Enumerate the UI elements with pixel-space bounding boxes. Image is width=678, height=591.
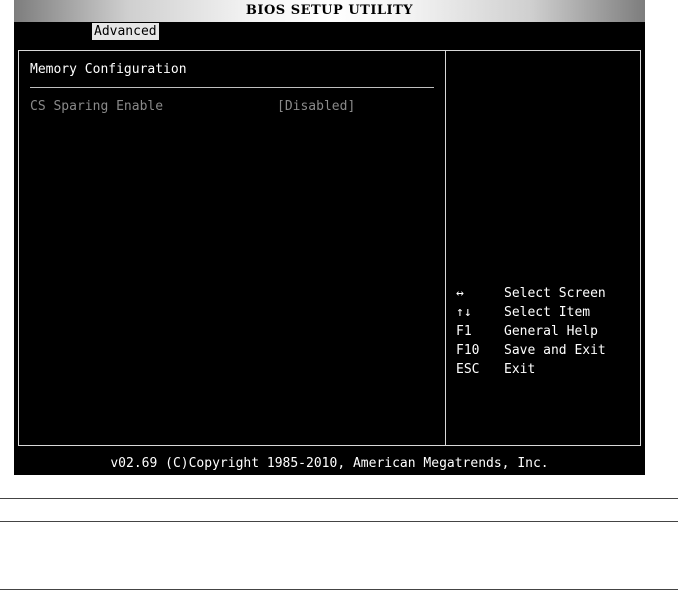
tab-advanced[interactable]: Advanced — [92, 23, 159, 40]
help-desc: Exit — [504, 362, 536, 377]
copyright-footer: v02.69 (C)Copyright 1985-2010, American … — [110, 456, 549, 471]
setting-value[interactable]: [Disabled] — [277, 99, 355, 114]
page-rule — [0, 521, 678, 522]
section-divider — [30, 87, 434, 88]
help-desc: General Help — [504, 324, 598, 339]
page-rule — [0, 589, 678, 590]
title-bar: BIOS SETUP UTILITY — [14, 0, 645, 22]
section-title: Memory Configuration — [30, 62, 187, 77]
help-desc: Save and Exit — [504, 343, 606, 358]
help-key: F10 — [456, 343, 480, 358]
help-desc: Select Item — [504, 305, 591, 320]
left-right-arrow-icon: ↔ — [456, 286, 464, 301]
help-key: F1 — [456, 324, 472, 339]
window-title: BIOS SETUP UTILITY — [245, 3, 414, 18]
up-down-arrow-icon: ↑↓ — [456, 305, 472, 320]
help-desc: Select Screen — [504, 286, 606, 301]
setting-row-cs-sparing[interactable]: CS Sparing Enable [Disabled] — [30, 99, 434, 117]
page-rule — [0, 498, 678, 499]
panel-divider — [445, 51, 446, 445]
menu-bar: Advanced — [14, 22, 645, 42]
bios-screen: BIOS SETUP UTILITY Advanced Memory Confi… — [14, 0, 645, 475]
settings-frame: Memory Configuration CS Sparing Enable [… — [18, 50, 641, 446]
setting-label: CS Sparing Enable — [30, 99, 164, 114]
help-key: ESC — [456, 362, 480, 377]
